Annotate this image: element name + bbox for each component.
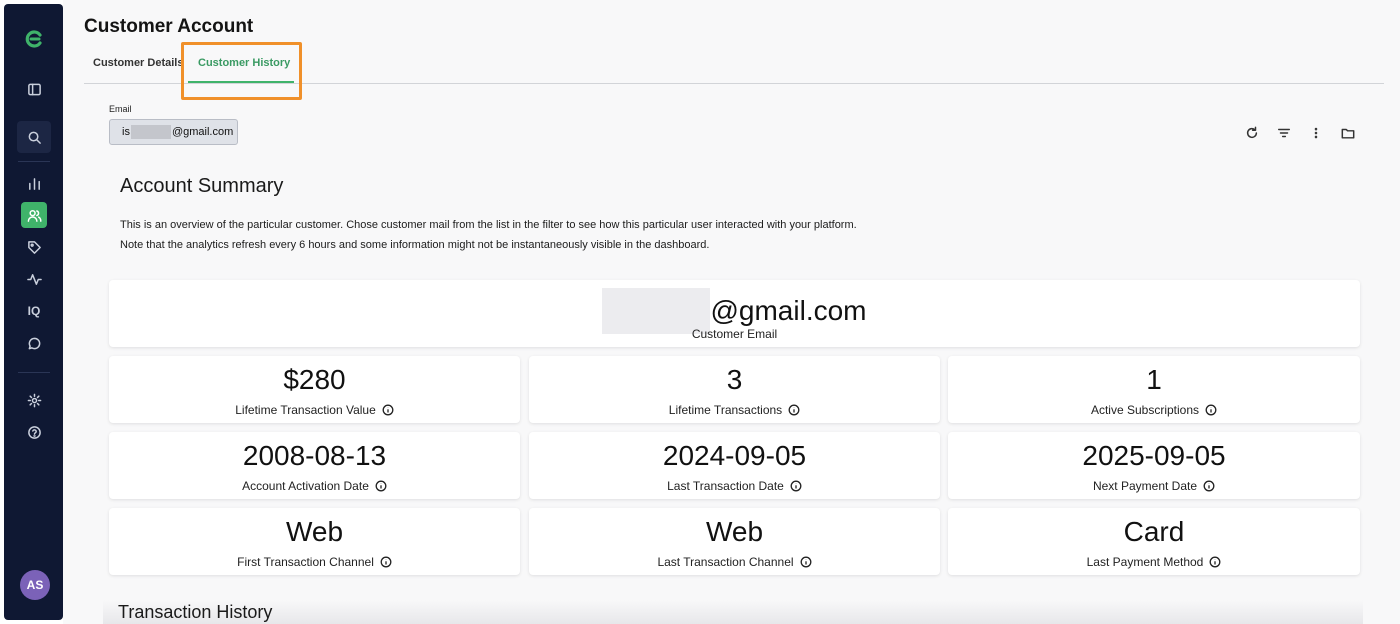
sidebar-divider xyxy=(18,161,50,162)
metric-card: Web Last Transaction Channel xyxy=(529,508,940,575)
metric-card: 1 Active Subscriptions xyxy=(948,356,1360,423)
metric-label: Last Payment Method xyxy=(1086,555,1204,569)
account-summary-title: Account Summary xyxy=(120,175,284,197)
metric-value: Web xyxy=(285,516,344,547)
highlight-annotation xyxy=(181,42,302,100)
metric-label: Customer Email xyxy=(691,327,778,341)
transaction-history-title: Transaction History xyxy=(118,602,273,622)
metric-card: Web First Transaction Channel xyxy=(109,508,520,575)
customer-email-label: Customer Email xyxy=(109,327,1360,341)
metric-label: Last Transaction Channel xyxy=(657,555,794,569)
refresh-icon[interactable] xyxy=(1243,124,1261,142)
metric-value: 2025-09-05 xyxy=(1082,440,1226,471)
info-icon[interactable] xyxy=(788,404,800,416)
metric-value: 2008-08-13 xyxy=(242,440,387,471)
metric-card: 2024-09-05 Last Transaction Date xyxy=(529,432,940,499)
activity-icon[interactable] xyxy=(21,266,47,292)
info-icon[interactable] xyxy=(1209,556,1221,568)
metric-label: Last Transaction Date xyxy=(667,479,784,493)
sidebar: IQ AS xyxy=(4,4,63,620)
settings-icon[interactable] xyxy=(21,387,47,413)
metric-card: Card Last Payment Method xyxy=(948,508,1360,575)
search-icon[interactable] xyxy=(17,121,51,153)
info-icon[interactable] xyxy=(382,404,394,416)
metric-label: Active Subscriptions xyxy=(1090,403,1200,417)
metric-value: $280 xyxy=(283,364,346,395)
tag-icon[interactable] xyxy=(21,234,47,260)
email-filter-select[interactable]: is @gmail.com xyxy=(109,119,238,145)
more-vertical-icon[interactable] xyxy=(1307,124,1325,142)
info-icon[interactable] xyxy=(1203,480,1215,492)
metric-value: 2024-09-05 xyxy=(662,440,807,471)
filter-icon[interactable] xyxy=(1275,124,1293,142)
users-icon[interactable] xyxy=(21,202,47,228)
folder-icon[interactable] xyxy=(1339,124,1357,142)
panel-toggle-icon[interactable] xyxy=(21,76,47,102)
iq-icon[interactable]: IQ xyxy=(21,298,47,324)
iq-label: IQ xyxy=(27,304,41,318)
toolbar xyxy=(1243,124,1357,142)
metric-label: Lifetime Transaction Value xyxy=(235,403,376,417)
redacted-block xyxy=(130,125,171,139)
metric-card: $280 Lifetime Transaction Value xyxy=(109,356,520,423)
info-icon[interactable] xyxy=(1205,404,1217,416)
sidebar-divider xyxy=(18,372,50,373)
customer-email-suffix: @gmail.com xyxy=(710,295,867,326)
description-line: This is an overview of the particular cu… xyxy=(120,219,857,231)
tab-customer-details[interactable]: Customer Details xyxy=(93,57,183,69)
info-icon[interactable] xyxy=(375,480,387,492)
email-filter-label: Email xyxy=(109,104,132,114)
bar-chart-icon[interactable] xyxy=(21,170,47,196)
metric-card: 2025-09-05 Next Payment Date xyxy=(948,432,1360,499)
metric-value: 1 xyxy=(1146,364,1162,395)
metric-value: Web xyxy=(705,516,764,547)
metric-label: First Transaction Channel xyxy=(237,555,374,569)
logo-icon[interactable] xyxy=(21,26,47,52)
page-title: Customer Account xyxy=(84,16,254,37)
info-icon[interactable] xyxy=(380,556,392,568)
email-filter-prefix: is xyxy=(122,126,130,138)
metric-value: 3 xyxy=(726,364,743,395)
main-content: Customer Account Customer Details Custom… xyxy=(63,0,1400,624)
metric-card: 3 Lifetime Transactions xyxy=(529,356,940,423)
avatar[interactable]: AS xyxy=(20,570,50,600)
metric-card: 2008-08-13 Account Activation Date xyxy=(109,432,520,499)
account-summary-description: This is an overview of the particular cu… xyxy=(120,215,857,255)
info-icon[interactable] xyxy=(800,556,812,568)
metric-label: Lifetime Transactions xyxy=(668,403,783,417)
metric-value: Card xyxy=(1123,516,1185,547)
description-line: Note that the analytics refresh every 6 … xyxy=(120,239,710,251)
scroll-fade xyxy=(103,600,1363,624)
metric-label: Account Activation Date xyxy=(242,479,369,493)
help-icon[interactable] xyxy=(21,419,47,445)
customer-email-card: @gmail.com Customer Email xyxy=(109,280,1360,347)
metric-label: Next Payment Date xyxy=(1092,479,1198,493)
email-filter-suffix: @gmail.com xyxy=(171,126,234,138)
info-icon[interactable] xyxy=(790,480,802,492)
chat-icon[interactable] xyxy=(21,330,47,356)
